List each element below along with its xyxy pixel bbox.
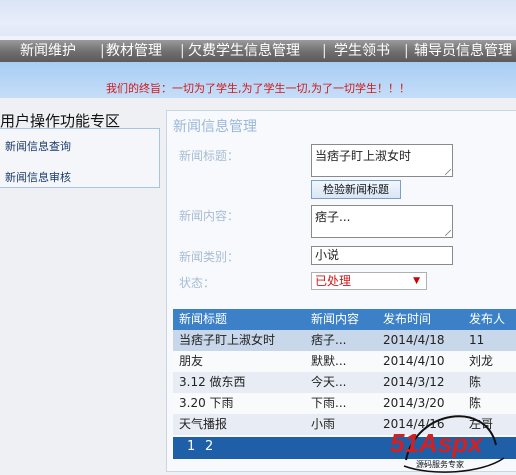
column-header-date[interactable]: 发布时间 (383, 309, 431, 330)
sidebar-item-news-query[interactable]: 新闻信息查询 (5, 138, 71, 154)
cell-date: 2014/3/12 (383, 375, 445, 389)
column-header-title[interactable]: 新闻标题 (179, 309, 227, 330)
cell-title: 天气播报 (179, 417, 228, 431)
check-title-button[interactable]: 检验新闻标题 (311, 180, 401, 199)
cell-content: 小雨 (311, 417, 336, 431)
cell-title: 当痞子盯上淑女时 (179, 333, 276, 347)
status-select-value: 已处理 (315, 274, 352, 288)
watermark-tagline: 源码服务专家 (416, 459, 464, 469)
watermark-brand: 51Aspx (390, 428, 484, 458)
cell-content: 默默... (311, 354, 347, 368)
cell-author: 11 (469, 333, 485, 347)
table-row[interactable]: 朋友 默默... 2014/4/10 刘龙 (173, 351, 516, 372)
cell-date: 2014/4/10 (383, 354, 445, 368)
watermark-logo: 51Aspx 源码服务专家 (390, 415, 505, 473)
header-banner (0, 0, 516, 38)
sidebar-item-news-review[interactable]: 新闻信息审核 (5, 169, 71, 185)
news-title-field[interactable]: 当痞子盯上淑女时 (311, 144, 453, 177)
menu-item-arrears[interactable]: 欠费学生信息管理 (188, 40, 300, 62)
sidebar-menu: 新闻信息查询 新闻信息审核 (0, 128, 160, 188)
page-link-2[interactable]: 2 (205, 439, 213, 454)
cell-author: 刘龙 (469, 354, 494, 368)
cell-author: 陈 (469, 375, 482, 389)
table-header: 新闻标题 新闻内容 发布时间 发布人 (173, 309, 516, 330)
dropdown-arrow-icon: ▼ (413, 276, 420, 286)
cell-content: 今天... (311, 375, 347, 389)
menu-item-counselors[interactable]: 辅导员信息管理 (414, 40, 512, 62)
column-header-content[interactable]: 新闻内容 (311, 309, 359, 330)
cell-date: 2014/4/18 (383, 333, 445, 347)
panel-title: 新闻信息管理 (173, 119, 257, 135)
menu-item-book-pickup[interactable]: 学生领书 (334, 40, 390, 62)
menu-separator: | (404, 43, 409, 59)
motto-text: 我们的终旨：一切为了学生,为了学生一切,为了一切学生！！！ (106, 82, 410, 95)
cell-content: 痞子... (311, 333, 347, 347)
table-row[interactable]: 当痞子盯上淑女时 痞子... 2014/4/18 11 (173, 330, 516, 351)
column-header-author[interactable]: 发布人 (469, 309, 505, 330)
cell-content: 下雨... (311, 396, 347, 410)
table-row[interactable]: 3.12 做东西 今天... 2014/3/12 陈 (173, 372, 516, 393)
page-link-1[interactable]: 1 (187, 439, 195, 454)
news-category-label: 新闻类别： (179, 250, 240, 264)
top-menu: 新闻维护 | 教材管理 | 欠费学生信息管理 | 学生领书 | 辅导员信息管理 (0, 40, 516, 62)
menu-separator: | (100, 43, 105, 59)
status-select[interactable]: 已处理 ▼ (311, 272, 427, 290)
status-label: 状态： (179, 276, 216, 290)
news-title-label: 新闻标题： (179, 149, 240, 163)
news-content-field[interactable]: 痞子... (311, 205, 453, 238)
cell-title: 朋友 (179, 354, 204, 368)
menu-item-news[interactable]: 新闻维护 (20, 40, 76, 62)
menu-separator: | (180, 43, 185, 59)
news-content-label: 新闻内容： (179, 209, 240, 223)
menu-separator: | (322, 43, 327, 59)
news-category-input[interactable]: 小说 (311, 246, 453, 265)
cell-title: 3.20 下雨 (179, 396, 234, 410)
cell-title: 3.12 做东西 (179, 375, 246, 389)
menu-item-textbooks[interactable]: 教材管理 (106, 40, 162, 62)
